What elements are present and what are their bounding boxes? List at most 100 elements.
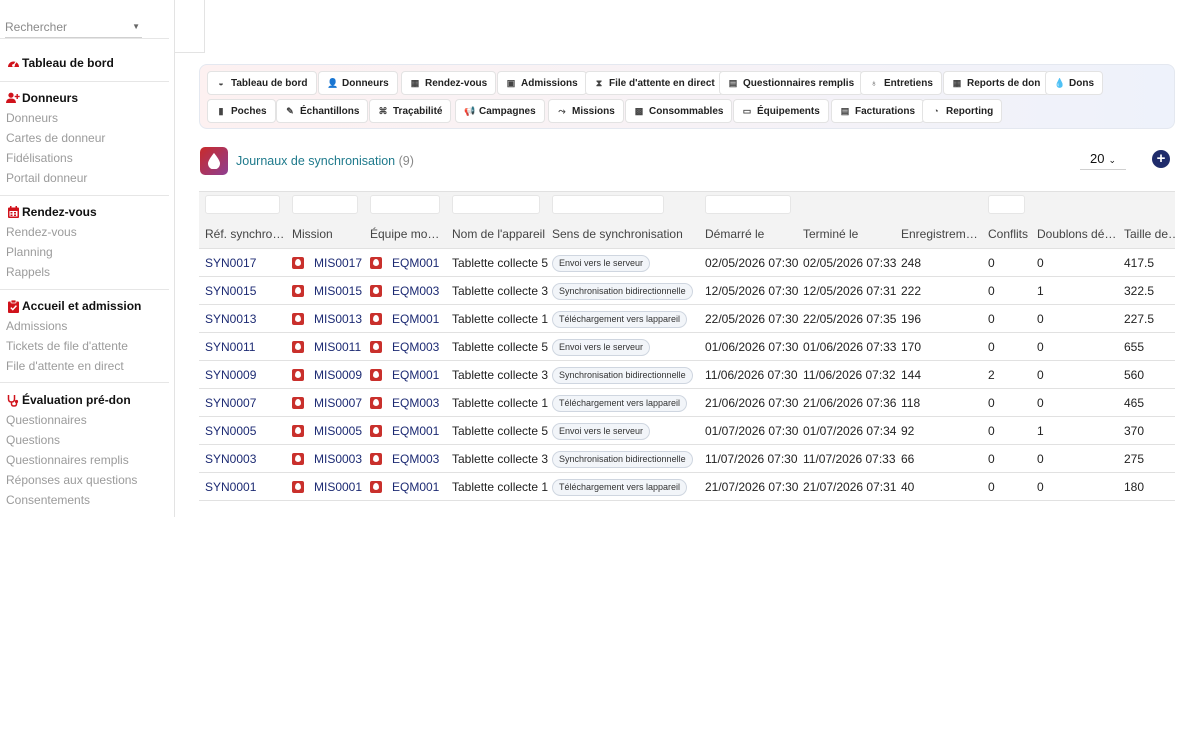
- sidebar-item-dashboard[interactable]: Tableau de bord: [0, 53, 170, 73]
- cell-equipe[interactable]: EQM001: [370, 249, 439, 277]
- sidebar-item-portail-donneur[interactable]: Portail donneur: [0, 168, 170, 188]
- cell-mission[interactable]: MIS0005: [292, 417, 362, 445]
- filter-input-mission[interactable]: [292, 195, 358, 214]
- cell-link-text[interactable]: EQM003: [392, 396, 439, 410]
- cell-mission[interactable]: MIS0003: [292, 445, 362, 473]
- page-size-select[interactable]: 20 ⌄: [1080, 150, 1126, 170]
- sidebar-item-tickets-file-attente[interactable]: Tickets de file d'attente: [0, 336, 170, 356]
- cell-link-text[interactable]: EQM001: [392, 424, 439, 438]
- table-row[interactable]: SYN0007 MIS0007 EQM003 Tablette collecte 1T…: [199, 389, 1175, 417]
- table-row[interactable]: SYN0017 MIS0017 EQM001 Tablette collecte 5E…: [199, 249, 1175, 277]
- toolbar-button-echantillons[interactable]: ✎ Échantillons: [276, 99, 369, 123]
- cell-link-text[interactable]: EQM003: [392, 340, 439, 354]
- nav-dashboard[interactable]: Tableau de bord: [0, 53, 170, 73]
- cell-link-text[interactable]: EQM001: [392, 480, 439, 494]
- toolbar-button-missions[interactable]: ⤳ Missions: [548, 99, 624, 123]
- sidebar-item-donneurs[interactable]: Donneurs: [0, 108, 170, 128]
- toolbar-button-campagnes[interactable]: 📢 Campagnes: [455, 99, 545, 123]
- toolbar-button-questionnaires-remplis[interactable]: ▤ Questionnaires remplis: [719, 71, 864, 95]
- cell-equipe[interactable]: EQM001: [370, 305, 439, 333]
- sidebar-item-rappels[interactable]: Rappels: [0, 262, 170, 282]
- cell-link-text[interactable]: EQM001: [392, 256, 439, 270]
- cell-equipe[interactable]: EQM003: [370, 445, 439, 473]
- cell-link-text[interactable]: MIS0017: [314, 256, 362, 270]
- cell-ref[interactable]: SYN0001: [205, 473, 256, 501]
- filter-input-conflits[interactable]: [988, 195, 1025, 214]
- table-row[interactable]: SYN0001 MIS0001 EQM001 Tablette collecte 1T…: [199, 473, 1175, 501]
- sidebar-item-questions[interactable]: Questions: [0, 430, 170, 450]
- cell-mission[interactable]: MIS0001: [292, 473, 362, 501]
- toolbar-button-admissions[interactable]: ▣ Admissions: [497, 71, 587, 95]
- column-header-ref[interactable]: Réf. synchro…: [205, 227, 285, 241]
- cell-equipe[interactable]: EQM001: [370, 361, 439, 389]
- column-header-mission[interactable]: Mission: [292, 227, 362, 241]
- column-header-termine[interactable]: Terminé le: [803, 227, 893, 241]
- cell-link-text[interactable]: MIS0009: [314, 368, 362, 382]
- cell-link-text[interactable]: MIS0013: [314, 312, 362, 326]
- sidebar-heading-evaluation[interactable]: Évaluation pré-don: [0, 390, 170, 410]
- toolbar-button-donneurs[interactable]: 👤 Donneurs: [318, 71, 398, 95]
- sidebar-item-admissions[interactable]: Admissions: [0, 316, 170, 336]
- cell-equipe[interactable]: EQM003: [370, 333, 439, 361]
- sidebar-heading-rendez-vous[interactable]: Rendez-vous: [0, 202, 170, 222]
- table-row[interactable]: SYN0015 MIS0015 EQM003 Tablette collecte 3S…: [199, 277, 1175, 305]
- cell-ref[interactable]: SYN0013: [205, 305, 256, 333]
- add-button[interactable]: +: [1152, 150, 1170, 168]
- cell-ref[interactable]: SYN0017: [205, 249, 256, 277]
- toolbar-button-dons[interactable]: 💧 Dons: [1045, 71, 1103, 95]
- toolbar-button-file-attente[interactable]: ⧗ File d'attente en direct: [585, 71, 724, 95]
- filter-input-demarre[interactable]: [705, 195, 791, 214]
- chevron-down-icon[interactable]: ▼: [132, 22, 140, 31]
- toolbar-button-tracabilite[interactable]: ⌘ Traçabilité: [369, 99, 452, 123]
- cell-equipe[interactable]: EQM001: [370, 473, 439, 501]
- column-header-sens[interactable]: Sens de synchronisation: [552, 227, 692, 241]
- cell-mission[interactable]: MIS0013: [292, 305, 362, 333]
- sidebar-heading-donneurs[interactable]: Donneurs: [0, 88, 170, 108]
- sidebar-item-reponses[interactable]: Réponses aux questions: [0, 470, 170, 490]
- column-header-appareil[interactable]: Nom de l'appareil: [452, 227, 548, 241]
- cell-link-text[interactable]: MIS0007: [314, 396, 362, 410]
- cell-link-text[interactable]: EQM001: [392, 368, 439, 382]
- sidebar-item-consentements[interactable]: Consentements: [0, 490, 170, 510]
- cell-ref[interactable]: SYN0011: [205, 333, 255, 361]
- sidebar-item-questionnaires[interactable]: Questionnaires: [0, 410, 170, 430]
- column-header-taille[interactable]: Taille des d: [1124, 227, 1175, 241]
- cell-mission[interactable]: MIS0017: [292, 249, 362, 277]
- sidebar-item-fidelisations[interactable]: Fidélisations: [0, 148, 170, 168]
- sidebar-item-questionnaires-remplis[interactable]: Questionnaires remplis: [0, 450, 170, 470]
- cell-link-text[interactable]: EQM001: [392, 312, 439, 326]
- sidebar-item-file-attente-direct[interactable]: File d'attente en direct: [0, 356, 170, 376]
- filter-input-ref[interactable]: [205, 195, 280, 214]
- cell-equipe[interactable]: EQM003: [370, 277, 439, 305]
- cell-mission[interactable]: MIS0007: [292, 389, 362, 417]
- search-box[interactable]: ▼: [5, 18, 142, 38]
- cell-ref[interactable]: SYN0015: [205, 277, 256, 305]
- cell-link-text[interactable]: MIS0015: [314, 284, 362, 298]
- cell-mission[interactable]: MIS0015: [292, 277, 362, 305]
- table-row[interactable]: SYN0009 MIS0009 EQM001 Tablette collecte 3S…: [199, 361, 1175, 389]
- column-header-equipe[interactable]: Équipe mobile: [370, 227, 446, 241]
- table-row[interactable]: SYN0005 MIS0005 EQM001 Tablette collecte 5E…: [199, 417, 1175, 445]
- cell-link-text[interactable]: MIS0005: [314, 424, 362, 438]
- toolbar-button-consommables[interactable]: ▩ Consommables: [625, 99, 733, 123]
- table-row[interactable]: SYN0003 MIS0003 EQM003 Tablette collecte 3S…: [199, 445, 1175, 473]
- column-header-conflits[interactable]: Conflits: [988, 227, 1033, 241]
- toolbar-button-reporting[interactable]: ◔ Reporting: [922, 99, 1003, 123]
- sidebar-item-cartes-de-donneur[interactable]: Cartes de donneur: [0, 128, 170, 148]
- cell-ref[interactable]: SYN0007: [205, 389, 256, 417]
- cell-link-text[interactable]: EQM003: [392, 452, 439, 466]
- cell-mission[interactable]: MIS0011: [292, 333, 361, 361]
- toolbar-button-poches[interactable]: ▮ Poches: [207, 99, 276, 123]
- cell-mission[interactable]: MIS0009: [292, 361, 362, 389]
- toolbar-button-facturations[interactable]: ▤ Facturations: [831, 99, 925, 123]
- cell-link-text[interactable]: EQM003: [392, 284, 439, 298]
- sidebar-item-planning[interactable]: Planning: [0, 242, 170, 262]
- search-input[interactable]: [5, 18, 125, 36]
- cell-equipe[interactable]: EQM001: [370, 417, 439, 445]
- filter-input-sens[interactable]: [552, 195, 664, 214]
- table-row[interactable]: SYN0013 MIS0013 EQM001 Tablette collecte 1T…: [199, 305, 1175, 333]
- cell-ref[interactable]: SYN0003: [205, 445, 256, 473]
- toolbar-button-rendez-vous[interactable]: ▦ Rendez-vous: [401, 71, 497, 95]
- cell-link-text[interactable]: MIS0003: [314, 452, 362, 466]
- toolbar-button-reports-de-don[interactable]: ▦ Reports de don: [943, 71, 1050, 95]
